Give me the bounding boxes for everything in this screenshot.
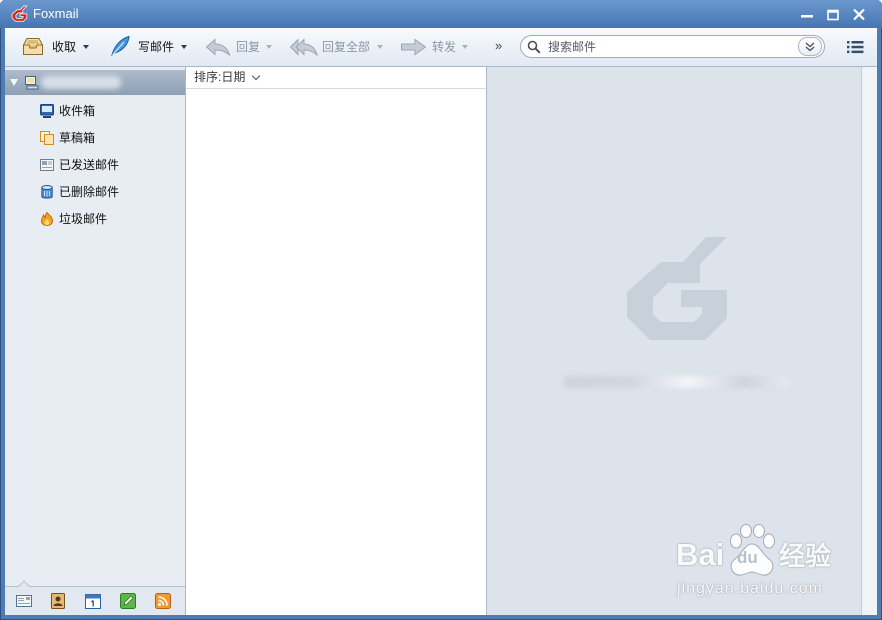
folder-label: 草稿箱	[59, 131, 96, 145]
inbox-icon	[40, 104, 54, 118]
forward-button[interactable]: 转发	[396, 32, 472, 62]
calendar-icon	[85, 594, 101, 609]
main-toolbar: 收取 写邮件 回复 回复全部 转发 » 搜索邮件	[5, 28, 877, 67]
search-icon	[527, 40, 541, 54]
compose-button[interactable]: 写邮件	[106, 32, 190, 62]
reply-all-label: 回复全部	[322, 40, 371, 54]
tab-contacts[interactable]	[50, 593, 66, 609]
maximize-icon	[827, 9, 839, 21]
folder-sent[interactable]: 已发送邮件	[5, 152, 185, 178]
double-chevron-down-icon	[805, 42, 815, 52]
reply-label: 回复	[236, 40, 261, 54]
folder-sidebar: 收件箱 草稿箱 已发送邮件 已删除邮件 垃圾邮件	[5, 67, 186, 615]
account-row[interactable]	[5, 70, 185, 95]
account-email-blurred	[563, 376, 790, 388]
folder-label: 垃圾邮件	[59, 212, 108, 226]
foxmail-window: Foxmail 收取 写邮件 回复 回复全部 转发 » 搜索邮件 收件箱 草稿箱…	[0, 0, 882, 620]
watermark-paw-icon: du	[726, 524, 778, 578]
tab-mail[interactable]	[16, 593, 32, 609]
chevron-down-icon[interactable]	[462, 45, 468, 49]
contacts-icon	[51, 593, 65, 609]
list-menu-icon	[847, 41, 864, 54]
notes-icon	[120, 593, 136, 609]
chevron-down-icon[interactable]	[251, 71, 261, 81]
receive-button[interactable]: 收取	[19, 32, 97, 62]
drafts-icon	[40, 131, 54, 145]
watermark-paw-text: du	[737, 548, 758, 567]
receive-label: 收取	[52, 40, 77, 54]
reply-arrow-icon	[205, 38, 231, 56]
folder-deleted[interactable]: 已删除邮件	[5, 179, 185, 205]
search-options-button[interactable]	[798, 37, 822, 56]
close-button[interactable]	[850, 7, 868, 23]
expand-triangle-icon[interactable]	[10, 79, 18, 86]
sort-header[interactable]: 排序:日期	[186, 67, 486, 89]
watermark-url: jingyan.baidu.com	[677, 580, 823, 597]
message-list[interactable]: 排序:日期	[186, 67, 486, 615]
forward-arrow-icon	[400, 38, 427, 56]
folder-label: 已发送邮件	[59, 158, 120, 172]
folder-label: 收件箱	[59, 104, 96, 118]
main-menu-button[interactable]	[847, 40, 864, 54]
watermark-suffix: 经验	[779, 542, 832, 572]
tab-calendar[interactable]	[85, 593, 101, 609]
close-icon	[853, 8, 865, 21]
reply-all-button[interactable]: 回复全部	[285, 32, 389, 62]
account-name-blurred	[41, 76, 121, 89]
sent-mail-icon	[40, 158, 54, 172]
sort-label[interactable]: 排序:日期	[194, 67, 245, 88]
right-edge-panel	[861, 67, 877, 615]
inbox-tray-icon	[22, 37, 44, 56]
more-tools-button[interactable]: »	[495, 38, 502, 54]
window-title: Foxmail	[33, 6, 79, 21]
minimize-button[interactable]	[798, 7, 816, 23]
search-box[interactable]	[520, 35, 825, 58]
tab-rss[interactable]	[155, 593, 171, 609]
watermark-brand: Bai	[676, 537, 725, 572]
spam-flame-icon	[40, 212, 54, 226]
foxmail-logo-icon	[11, 5, 28, 22]
compose-label: 写邮件	[138, 40, 175, 54]
title-bar[interactable]: Foxmail	[0, 0, 882, 28]
chevron-down-icon[interactable]	[377, 45, 383, 49]
rss-icon	[155, 593, 171, 609]
maximize-button[interactable]	[824, 7, 842, 23]
minimize-icon	[801, 15, 813, 18]
chevron-down-icon[interactable]	[181, 45, 187, 49]
feather-pen-icon	[109, 35, 131, 57]
mail-icon	[16, 595, 32, 607]
folder-drafts[interactable]: 草稿箱	[5, 125, 185, 151]
computer-icon	[24, 75, 39, 90]
folder-inbox[interactable]: 收件箱	[5, 98, 185, 124]
forward-label: 转发	[432, 40, 457, 54]
module-switcher	[5, 580, 185, 615]
folder-label: 已删除邮件	[59, 185, 120, 199]
trash-icon	[40, 185, 54, 199]
selected-tab-pointer	[18, 580, 30, 592]
reply-all-arrow-icon	[289, 38, 318, 56]
chevron-down-icon[interactable]	[266, 45, 272, 49]
folder-spam[interactable]: 垃圾邮件	[5, 206, 185, 232]
reply-button[interactable]: 回复	[201, 32, 273, 62]
tab-notes[interactable]	[120, 593, 136, 609]
search-input[interactable]	[548, 38, 794, 55]
foxmail-g-logo-icon	[627, 237, 727, 340]
preview-pane	[487, 67, 861, 615]
chevron-down-icon[interactable]	[83, 45, 89, 49]
